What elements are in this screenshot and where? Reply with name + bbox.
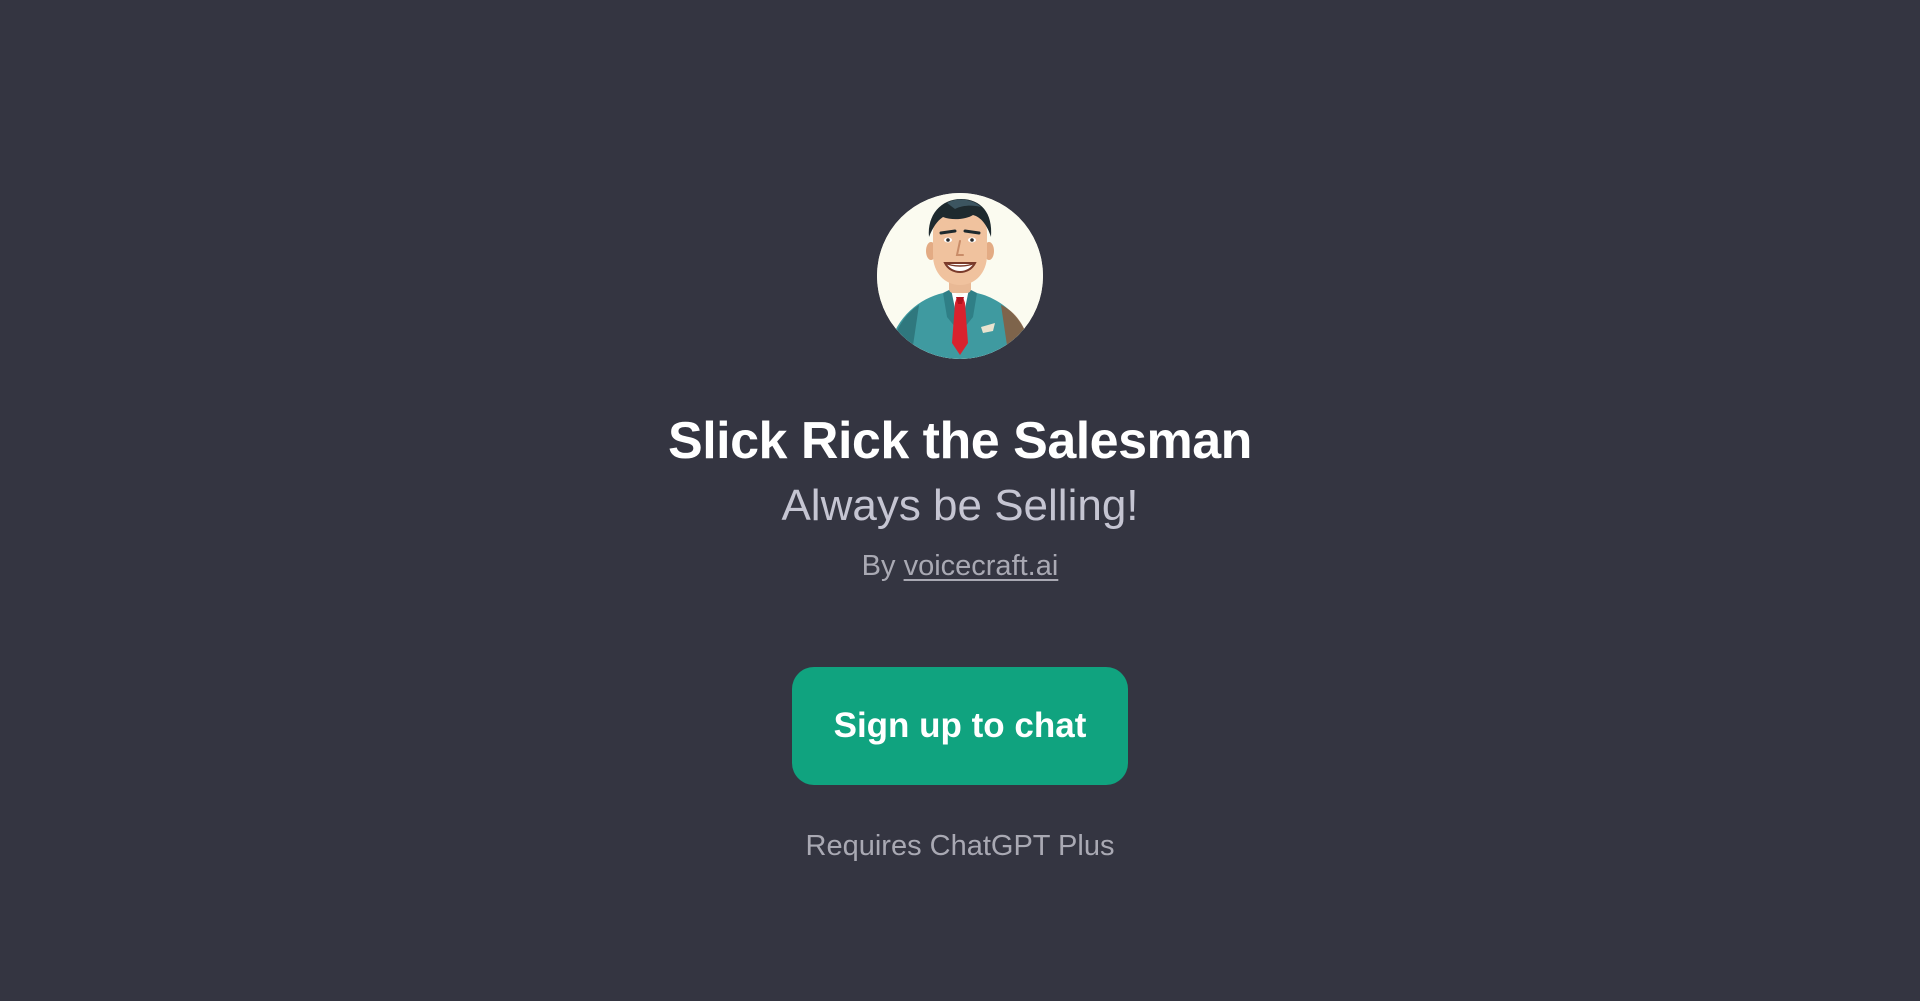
author-byline: By voicecraft.ai xyxy=(862,547,1059,585)
gpt-description: Always be Selling! xyxy=(781,481,1139,530)
by-prefix: By xyxy=(861,550,896,582)
salesman-portrait-icon xyxy=(877,193,1043,359)
gpt-title: Slick Rick the Salesman xyxy=(668,412,1252,470)
gpt-avatar xyxy=(877,193,1043,359)
gpt-landing-page: Slick Rick the Salesman Always be Sellin… xyxy=(0,0,1920,1001)
author-link[interactable]: voicecraft.ai xyxy=(904,550,1059,582)
requires-plus-note: Requires ChatGPT Plus xyxy=(805,830,1115,862)
sign-up-to-chat-button[interactable]: Sign up to chat xyxy=(792,667,1128,785)
